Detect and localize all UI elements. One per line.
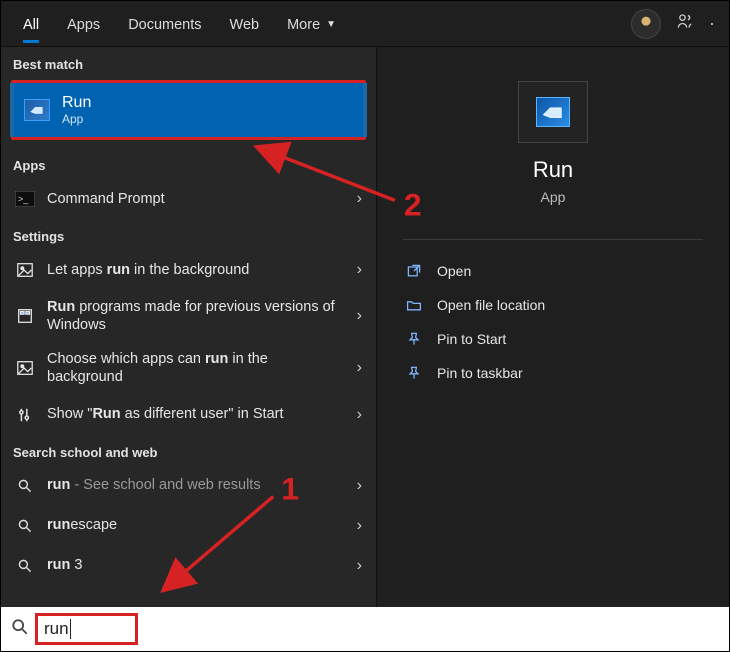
run-app-icon xyxy=(24,99,50,121)
run-app-icon xyxy=(536,97,570,127)
result-web-run3[interactable]: run 3 › xyxy=(1,546,376,586)
feedback-icon[interactable] xyxy=(675,11,695,36)
program-icon xyxy=(15,306,35,326)
chevron-right-icon: › xyxy=(357,557,362,575)
result-command-prompt[interactable]: >_ Command Prompt › xyxy=(1,179,376,219)
pin-icon xyxy=(405,364,423,382)
chevron-right-icon: › xyxy=(357,190,362,208)
tab-web[interactable]: Web xyxy=(216,5,274,43)
best-match-title: Run xyxy=(62,94,91,112)
search-icon xyxy=(15,556,35,576)
section-school-web: Search school and web xyxy=(1,435,376,466)
result-setting-choose-apps[interactable]: Choose which apps can run in the backgro… xyxy=(1,342,376,394)
preview-title: Run xyxy=(403,157,703,183)
preview-panel: Run App Open Open file location Pin to S… xyxy=(376,47,729,609)
tab-web-label: Web xyxy=(230,17,260,33)
result-setting-run-as-user[interactable]: Show "Run as different user" in Start › xyxy=(1,395,376,435)
result-label: Choose which apps can run in the backgro… xyxy=(47,350,345,386)
picture-icon xyxy=(15,358,35,378)
result-label: Let apps run in the background xyxy=(47,261,345,279)
open-icon xyxy=(405,262,423,280)
tab-more[interactable]: More ▼ xyxy=(273,5,350,43)
separator xyxy=(403,239,703,240)
action-open-file-location[interactable]: Open file location xyxy=(377,288,729,322)
result-web-runescape[interactable]: runescape › xyxy=(1,506,376,546)
chevron-right-icon: › xyxy=(357,477,362,495)
sliders-icon xyxy=(15,405,35,425)
result-setting-background-apps[interactable]: Let apps run in the background › xyxy=(1,250,376,290)
tab-apps[interactable]: Apps xyxy=(53,5,114,43)
tab-documents-label: Documents xyxy=(128,17,201,33)
result-label: Run programs made for previous versions … xyxy=(47,298,345,334)
preview-app-tile xyxy=(518,81,588,143)
tab-more-label: More xyxy=(287,17,320,33)
annotation-highlight-bestmatch: Run App xyxy=(11,80,366,140)
action-open[interactable]: Open xyxy=(377,254,729,288)
result-setting-compatibility[interactable]: Run programs made for previous versions … xyxy=(1,290,376,342)
more-options-icon[interactable]: · xyxy=(709,13,715,34)
section-best-match: Best match xyxy=(1,47,376,78)
svg-text:>_: >_ xyxy=(18,194,29,204)
result-label: run 3 xyxy=(47,556,345,574)
folder-icon xyxy=(405,296,423,314)
action-label: Open xyxy=(437,263,471,279)
search-input[interactable]: run xyxy=(44,619,69,639)
pin-icon xyxy=(405,330,423,348)
result-label: Show "Run as different user" in Start xyxy=(47,405,345,423)
search-icon xyxy=(15,476,35,496)
section-settings: Settings xyxy=(1,219,376,250)
chevron-right-icon: › xyxy=(357,307,362,325)
tab-all-label: All xyxy=(23,17,39,33)
action-label: Pin to Start xyxy=(437,331,506,347)
search-bar[interactable]: run xyxy=(1,607,729,651)
result-label: run - See school and web results xyxy=(47,476,345,494)
action-label: Open file location xyxy=(437,297,545,313)
chevron-right-icon: › xyxy=(357,517,362,535)
annotation-highlight-search: run xyxy=(35,613,138,645)
result-label: Command Prompt xyxy=(47,190,345,208)
tab-all[interactable]: All xyxy=(9,5,53,43)
command-prompt-icon: >_ xyxy=(15,189,35,209)
tab-apps-label: Apps xyxy=(67,17,100,33)
user-avatar[interactable] xyxy=(631,9,661,39)
tab-documents[interactable]: Documents xyxy=(114,5,215,43)
text-cursor xyxy=(70,619,71,639)
result-label: runescape xyxy=(47,516,345,534)
chevron-right-icon: › xyxy=(357,359,362,377)
section-apps: Apps xyxy=(1,148,376,179)
best-match-item[interactable]: Run App xyxy=(14,83,363,137)
search-icon xyxy=(15,516,35,536)
best-match-subtitle: App xyxy=(62,112,91,126)
action-pin-to-taskbar[interactable]: Pin to taskbar xyxy=(377,356,729,390)
action-label: Pin to taskbar xyxy=(437,365,523,381)
preview-subtitle: App xyxy=(403,189,703,205)
picture-icon xyxy=(15,260,35,280)
search-icon xyxy=(11,618,33,641)
chevron-down-icon: ▼ xyxy=(326,19,336,30)
results-panel: Best match Run App Apps >_ Command Promp… xyxy=(1,47,376,609)
result-web-run[interactable]: run - See school and web results › xyxy=(1,466,376,506)
chevron-right-icon: › xyxy=(357,406,362,424)
action-pin-to-start[interactable]: Pin to Start xyxy=(377,322,729,356)
chevron-right-icon: › xyxy=(357,261,362,279)
